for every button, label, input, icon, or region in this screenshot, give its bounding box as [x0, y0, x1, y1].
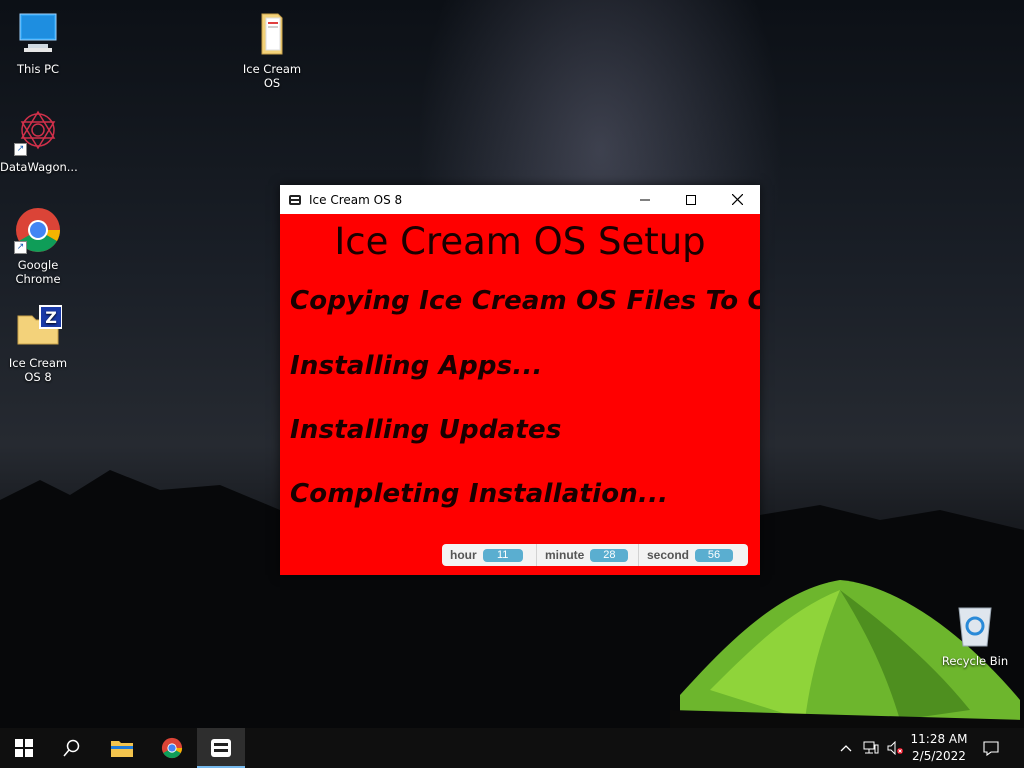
hour-label: hour [450, 548, 477, 562]
maximize-button[interactable] [668, 185, 714, 214]
desktop-icon-google-chrome[interactable]: ↗ Google Chrome [0, 206, 76, 286]
setup-heading: Ice Cream OS Setup [334, 220, 706, 263]
maximize-icon [686, 194, 696, 205]
network-icon [863, 741, 879, 754]
second-value: 56 [695, 548, 734, 562]
step-installing-apps: Installing Apps... [290, 351, 543, 381]
clock-second: second 56 [639, 544, 747, 566]
computer-icon [14, 10, 62, 58]
minute-label: minute [545, 548, 585, 562]
taskbar-ice-cream-os-8[interactable] [197, 728, 245, 768]
shortcut-arrow-icon: ↗ [14, 143, 27, 156]
clock-time: 11:28 AM [910, 732, 968, 746]
show-hidden-icons-button[interactable] [836, 728, 856, 768]
desktop-icon-label: Ice Cream OS [242, 62, 302, 90]
desktop-icon-recycle-bin[interactable]: Recycle Bin [937, 602, 1013, 668]
desktop-icon-ice-cream-os-folder[interactable]: Ice Cream OS [234, 10, 310, 90]
minimize-icon [640, 199, 650, 200]
close-button[interactable] [714, 185, 760, 214]
recycle-bin-icon [951, 602, 999, 650]
window-titlebar[interactable]: Ice Cream OS 8 [280, 185, 760, 214]
chrome-icon [161, 737, 183, 759]
clock-minute: minute 28 [537, 544, 639, 566]
search-icon [63, 739, 80, 757]
desktop-icon-label: Google Chrome [15, 258, 61, 286]
step-copying-files: Copying Ice Cream OS Files To C:\... [290, 286, 760, 316]
start-button[interactable] [0, 728, 48, 768]
desktop-icon-label: Recycle Bin [941, 654, 1009, 668]
app-icon [211, 739, 231, 757]
desktop-icon-this-pc[interactable]: This PC [0, 10, 76, 76]
setup-window: Ice Cream OS 8 Ice Cream OS Setup Copyin… [280, 185, 760, 575]
notification-icon [983, 740, 999, 756]
svg-text:Z: Z [45, 308, 57, 327]
volume-button[interactable] [884, 728, 906, 768]
chevron-up-icon [840, 745, 852, 752]
setup-content: Ice Cream OS Setup Copying Ice Cream OS … [280, 214, 760, 575]
minute-value: 28 [590, 548, 629, 562]
close-icon [731, 194, 743, 205]
windows-logo-icon [15, 739, 33, 757]
desktop-icon-ice-cream-os-8[interactable]: Z Ice Cream OS 8 [0, 304, 76, 384]
shortcut-arrow-icon: ↗ [14, 241, 27, 254]
second-label: second [647, 548, 690, 562]
action-center-button[interactable] [978, 728, 1004, 768]
clock-hour: hour 11 [442, 544, 537, 566]
volume-muted-icon [887, 741, 903, 755]
folder-icon [248, 10, 296, 58]
app-icon [289, 194, 301, 205]
system-clock[interactable]: 11:28 AM 2/5/2022 [904, 731, 974, 765]
minimize-button[interactable] [622, 185, 668, 214]
network-button[interactable] [860, 728, 882, 768]
desktop-icon-datawagon[interactable]: ↗ DataWagon... [0, 108, 78, 174]
desktop-icon-label: DataWagon... [0, 160, 78, 174]
hour-value: 11 [482, 548, 523, 562]
digital-clock: hour 11 minute 28 second 56 [442, 544, 748, 566]
step-installing-updates: Installing Updates [290, 415, 562, 445]
taskbar-file-explorer[interactable] [98, 728, 146, 768]
taskbar: 11:28 AM 2/5/2022 [0, 728, 1024, 768]
taskbar-google-chrome[interactable] [148, 728, 196, 768]
datawagon-icon: ↗ [14, 108, 62, 156]
clock-date: 2/5/2022 [912, 749, 966, 763]
file-explorer-icon [111, 741, 133, 757]
desktop-icon-label: Ice Cream OS 8 [8, 356, 68, 384]
step-completing-installation: Completing Installation... [290, 479, 669, 509]
window-title: Ice Cream OS 8 [309, 192, 403, 207]
chrome-icon: ↗ [14, 206, 62, 254]
desktop-icon-label: This PC [16, 62, 60, 76]
zipped-folder-icon: Z [14, 304, 63, 352]
search-button[interactable] [48, 728, 96, 768]
